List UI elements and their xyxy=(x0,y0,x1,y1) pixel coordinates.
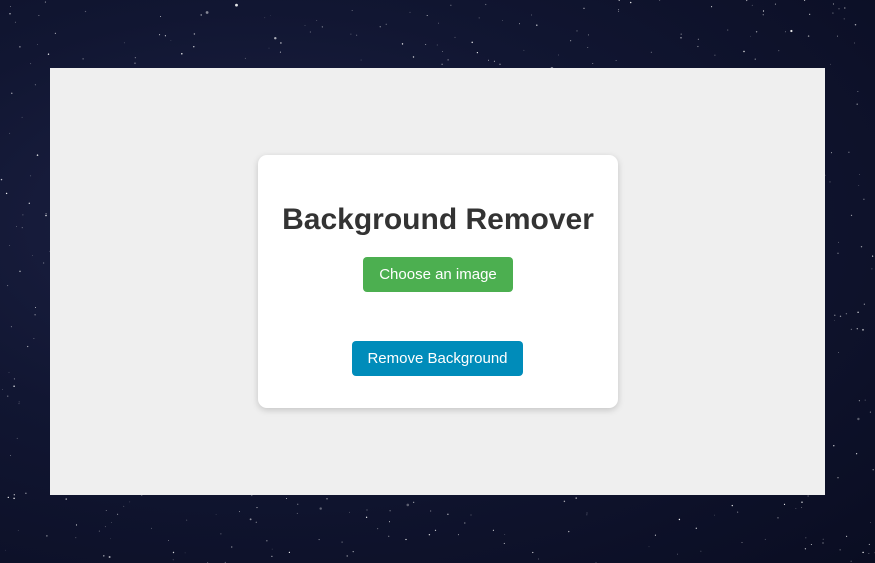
remove-background-button[interactable]: Remove Background xyxy=(352,341,523,376)
page-title: Background Remover xyxy=(282,203,594,236)
remover-card: Background Remover Choose an image Remov… xyxy=(258,155,618,408)
page-area: Background Remover Choose an image Remov… xyxy=(50,68,825,495)
choose-image-button[interactable]: Choose an image xyxy=(363,257,513,292)
